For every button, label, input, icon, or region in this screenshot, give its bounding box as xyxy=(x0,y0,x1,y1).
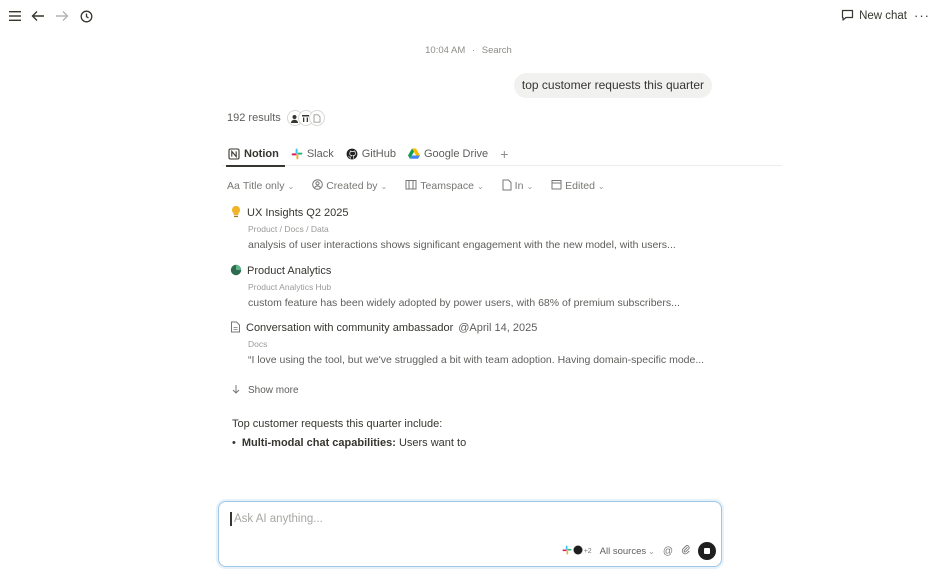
text-cursor xyxy=(230,512,232,526)
chevron-down-icon: ⌄ xyxy=(380,181,388,191)
filter-edited[interactable]: Edited ⌄ xyxy=(551,179,605,193)
tab-label: Notion xyxy=(244,147,279,160)
result-snippet: “I love using the tool, but we've strugg… xyxy=(248,354,705,366)
answer-lead: Top customer requests this quarter inclu… xyxy=(232,418,443,430)
result-title: UX Insights Q2 2025 xyxy=(247,207,349,219)
ai-chat-window: New chat ··· 10:04 AM · Search top custo… xyxy=(0,0,937,588)
filter-title-only[interactable]: Aa Title only ⌄ xyxy=(227,180,294,192)
bullet-heading: Multi-modal chat capabilities: xyxy=(241,437,396,449)
chat-composer: +2 All sources ⌄ @ xyxy=(218,501,722,567)
show-more-label: Show more xyxy=(248,384,299,396)
filter-label: In xyxy=(514,180,524,192)
forward-arrow-icon[interactable] xyxy=(53,7,71,25)
page-icon xyxy=(502,179,512,194)
result-snippet: custom feature has been widely adopted b… xyxy=(248,297,680,309)
source-tabs: Notion Slack GitHub Google Drive + xyxy=(222,142,782,167)
menu-icon[interactable] xyxy=(6,7,24,25)
show-more-button[interactable]: Show more xyxy=(232,383,299,397)
github-icon xyxy=(573,545,583,557)
chevron-down-icon: ⌄ xyxy=(287,181,295,191)
calendar-icon xyxy=(551,179,562,193)
selected-sources[interactable]: +2 xyxy=(562,545,592,557)
answer-bullet: • Multi-modal chat capabilities: Users w… xyxy=(232,436,752,451)
filter-in[interactable]: In ⌄ xyxy=(502,179,533,194)
tab-notion[interactable]: Notion xyxy=(222,142,285,167)
meta-separator: · xyxy=(471,45,476,56)
result-item[interactable]: Conversation with community ambassador @… xyxy=(230,320,750,368)
chevron-down-icon: ⌄ xyxy=(597,181,605,191)
pie-chart-icon xyxy=(230,264,242,279)
chevron-down-icon: ⌄ xyxy=(648,546,655,556)
result-snippet: analysis of user interactions shows sign… xyxy=(248,239,676,251)
lightbulb-icon xyxy=(230,205,242,221)
chevron-down-icon: ⌄ xyxy=(526,181,534,191)
user-circle-icon xyxy=(312,179,323,193)
back-arrow-icon[interactable] xyxy=(29,7,47,25)
bullet-content: Multi-modal chat capabilities: Users wan… xyxy=(242,436,466,451)
slack-icon xyxy=(291,148,303,160)
result-title-row: Product Analytics xyxy=(230,263,750,279)
document-icon xyxy=(230,321,241,336)
filter-label: Edited xyxy=(565,180,595,192)
filter-label: Title only xyxy=(242,180,285,192)
extra-sources-count: +2 xyxy=(583,547,592,555)
filter-teamspace[interactable]: Teamspace ⌄ xyxy=(405,179,484,193)
new-chat-button[interactable]: New chat xyxy=(841,7,907,25)
filter-label: Teamspace xyxy=(420,180,474,192)
result-title-row: Conversation with community ambassador @… xyxy=(230,320,750,336)
chevron-down-icon: ⌄ xyxy=(476,181,484,191)
message-meta: 10:04 AM · Search xyxy=(0,45,937,56)
bullet-text: Users want to xyxy=(398,437,467,449)
google-drive-icon xyxy=(407,148,420,160)
mention-icon[interactable]: @ xyxy=(663,546,673,557)
tab-github[interactable]: GitHub xyxy=(340,142,402,166)
source-avatars xyxy=(286,110,325,126)
history-clock-icon[interactable] xyxy=(77,7,95,25)
result-item[interactable]: Product Analytics Product Analytics Hub … xyxy=(230,263,750,311)
text-type-icon: Aa xyxy=(227,180,240,192)
ask-ai-input[interactable] xyxy=(234,511,694,527)
composer-toolbar: +2 All sources ⌄ @ xyxy=(562,542,716,560)
stop-generation-button[interactable] xyxy=(698,542,716,560)
result-path: Docs xyxy=(248,339,268,349)
result-title: Conversation with community ambassador xyxy=(246,322,454,334)
github-icon xyxy=(346,148,358,160)
result-title: Product Analytics xyxy=(247,265,332,277)
tab-google-drive[interactable]: Google Drive xyxy=(402,142,494,166)
stop-icon xyxy=(704,548,710,554)
filter-created-by[interactable]: Created by ⌄ xyxy=(312,179,387,193)
building-icon xyxy=(405,179,417,193)
result-item[interactable]: UX Insights Q2 2025 Product / Docs / Dat… xyxy=(230,205,750,253)
tab-label: GitHub xyxy=(361,147,396,160)
filter-label: Created by xyxy=(326,180,378,192)
bullet-dot: • xyxy=(232,437,236,449)
add-source-button[interactable]: + xyxy=(494,142,514,166)
result-path: Product / Docs / Data xyxy=(248,224,329,234)
all-sources-label: All sources xyxy=(599,545,647,557)
user-query-bubble: top customer requests this quarter xyxy=(513,73,712,98)
result-date-mention: @April 14, 2025 xyxy=(458,322,538,334)
result-title-row: UX Insights Q2 2025 xyxy=(230,205,750,221)
notion-icon xyxy=(228,147,240,160)
arrow-down-icon xyxy=(232,384,240,397)
attachment-icon[interactable] xyxy=(681,544,690,558)
tab-label: Google Drive xyxy=(423,147,489,160)
message-mode: Search xyxy=(481,45,512,56)
all-sources-dropdown[interactable]: All sources ⌄ xyxy=(600,546,655,557)
results-summary[interactable]: 192 results xyxy=(227,109,325,127)
tab-slack[interactable]: Slack xyxy=(285,142,340,166)
tab-label: Slack xyxy=(306,147,334,160)
slack-icon xyxy=(562,545,572,557)
result-path: Product Analytics Hub xyxy=(248,282,332,292)
results-count: 192 results xyxy=(227,112,281,124)
ai-answer: Top customer requests this quarter inclu… xyxy=(232,417,752,451)
more-options-icon[interactable]: ··· xyxy=(911,5,933,25)
message-time: 10:04 AM xyxy=(425,45,466,56)
chat-bubble-icon xyxy=(841,9,854,24)
filter-bar: Aa Title only ⌄ Created by ⌄ Teamspace ⌄… xyxy=(227,178,605,194)
document-avatar-icon xyxy=(308,110,325,126)
top-bar: New chat ··· xyxy=(0,0,937,32)
new-chat-label: New chat xyxy=(859,10,907,22)
